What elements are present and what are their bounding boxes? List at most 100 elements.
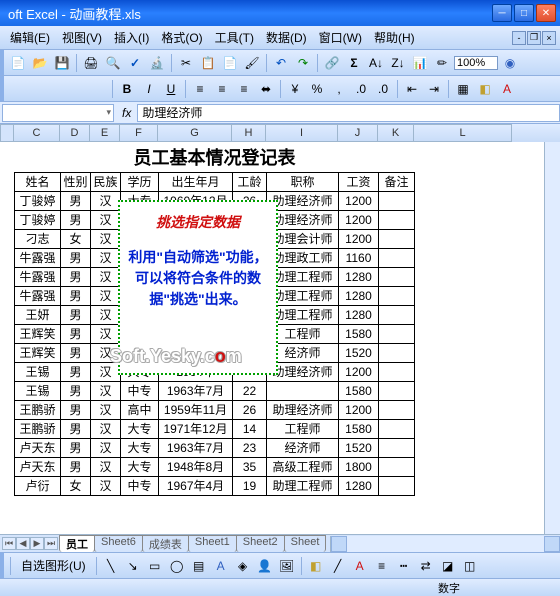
cell[interactable] — [415, 142, 513, 172]
cell[interactable] — [379, 210, 415, 229]
cell[interactable]: 汉 — [91, 286, 121, 305]
chart-icon[interactable]: 📊 — [410, 53, 430, 73]
arrow-icon[interactable]: ↘ — [123, 556, 143, 576]
cell[interactable] — [415, 191, 513, 210]
cell[interactable]: 1580 — [339, 381, 379, 400]
cell[interactable]: 姓名 — [15, 172, 61, 191]
cell[interactable]: 汉 — [91, 267, 121, 286]
cell[interactable]: 1948年8月 — [159, 457, 233, 476]
textbox-icon[interactable]: ▤ — [189, 556, 209, 576]
cell[interactable]: 男 — [61, 305, 91, 324]
cell[interactable] — [379, 229, 415, 248]
cell[interactable] — [415, 305, 513, 324]
undo-icon[interactable]: ↶ — [271, 53, 291, 73]
cell[interactable]: 备注 — [379, 172, 415, 191]
menu-window[interactable]: 窗口(W) — [313, 27, 368, 48]
cell[interactable]: 高级工程师 — [267, 457, 339, 476]
cell[interactable] — [415, 476, 513, 495]
cell[interactable]: 汉 — [91, 191, 121, 210]
cell[interactable]: 男 — [61, 324, 91, 343]
cell[interactable]: 王辉笑 — [15, 343, 61, 362]
spell-icon[interactable]: ✓ — [125, 53, 145, 73]
cell[interactable] — [379, 362, 415, 381]
col-header[interactable]: L — [414, 124, 512, 142]
cell[interactable]: 男 — [61, 362, 91, 381]
fx-button[interactable]: fx — [116, 106, 137, 120]
cell[interactable] — [415, 210, 513, 229]
cell[interactable]: 26 — [233, 400, 267, 419]
col-header[interactable]: E — [90, 124, 120, 142]
sheet-tab[interactable]: Sheet1 — [188, 535, 237, 552]
cell[interactable]: 汉 — [91, 400, 121, 419]
cell[interactable]: 男 — [61, 248, 91, 267]
comma-icon[interactable]: , — [329, 79, 349, 99]
sheet-tab[interactable]: 成绩表 — [142, 535, 189, 552]
clipart-icon[interactable]: 👤 — [255, 556, 275, 576]
cell[interactable]: 王鹏骄 — [15, 419, 61, 438]
redo-icon[interactable]: ↷ — [293, 53, 313, 73]
cell[interactable] — [379, 419, 415, 438]
cell[interactable] — [379, 343, 415, 362]
cell[interactable]: 男 — [61, 343, 91, 362]
cell[interactable]: 卢天东 — [15, 438, 61, 457]
cell[interactable]: 1520 — [339, 343, 379, 362]
cell[interactable] — [379, 248, 415, 267]
cell[interactable] — [379, 476, 415, 495]
picture-icon[interactable]: 🖼 — [277, 556, 297, 576]
oval-icon[interactable]: ◯ — [167, 556, 187, 576]
col-header[interactable]: I — [266, 124, 338, 142]
cell[interactable]: 高中 — [121, 400, 159, 419]
minimize-button[interactable]: ─ — [492, 4, 512, 22]
menu-format[interactable]: 格式(O) — [155, 27, 208, 48]
col-header[interactable]: H — [232, 124, 266, 142]
maximize-button[interactable]: □ — [514, 4, 534, 22]
cell[interactable] — [379, 286, 415, 305]
cell[interactable]: 王辉笑 — [15, 324, 61, 343]
cell[interactable]: 经济师 — [267, 438, 339, 457]
tab-next-icon[interactable]: ▶ — [30, 537, 44, 550]
cell[interactable]: 1280 — [339, 267, 379, 286]
select-all-corner[interactable] — [0, 124, 14, 142]
copy-icon[interactable]: 📋 — [198, 53, 218, 73]
cell[interactable]: 王鹏骄 — [15, 400, 61, 419]
italic-icon[interactable]: I — [139, 79, 159, 99]
cell[interactable]: 1280 — [339, 305, 379, 324]
dec-indent-icon[interactable]: ⇤ — [402, 79, 422, 99]
cell[interactable]: 汉 — [91, 324, 121, 343]
cell[interactable]: 王妍 — [15, 305, 61, 324]
cell[interactable] — [415, 229, 513, 248]
tab-last-icon[interactable]: ⏭ — [44, 537, 58, 550]
font-color-icon[interactable]: A — [497, 79, 517, 99]
cell[interactable] — [379, 400, 415, 419]
cell[interactable]: 汉 — [91, 419, 121, 438]
inc-decimal-icon[interactable]: .0 — [351, 79, 371, 99]
cell[interactable]: 19 — [233, 476, 267, 495]
cell[interactable]: 牛露强 — [15, 286, 61, 305]
cell[interactable]: 工龄 — [233, 172, 267, 191]
sheet-tab[interactable]: Sheet2 — [236, 535, 285, 552]
cell[interactable]: 1520 — [339, 438, 379, 457]
open-icon[interactable]: 📂 — [30, 53, 50, 73]
align-center-icon[interactable]: ≡ — [212, 79, 232, 99]
cell[interactable]: 男 — [61, 191, 91, 210]
sort-asc-icon[interactable]: A↓ — [366, 53, 386, 73]
col-header[interactable]: J — [338, 124, 378, 142]
sort-desc-icon[interactable]: Z↓ — [388, 53, 408, 73]
merge-icon[interactable]: ⬌ — [256, 79, 276, 99]
line-style-icon[interactable]: ≡ — [372, 556, 392, 576]
cell[interactable] — [415, 400, 513, 419]
formula-input[interactable]: 助理经济师 — [137, 104, 560, 122]
cell[interactable]: 民族 — [91, 172, 121, 191]
cell[interactable]: 助理工程师 — [267, 476, 339, 495]
menu-help[interactable]: 帮助(H) — [368, 27, 421, 48]
cell[interactable]: 14 — [233, 419, 267, 438]
line-color-icon[interactable]: ╱ — [328, 556, 348, 576]
cell[interactable]: 卢衍 — [15, 476, 61, 495]
cell[interactable]: 1280 — [339, 286, 379, 305]
drawing-icon[interactable]: ✏ — [432, 53, 452, 73]
menu-insert[interactable]: 插入(I) — [108, 27, 155, 48]
cell[interactable] — [379, 457, 415, 476]
vertical-scrollbar[interactable] — [544, 142, 560, 534]
cell[interactable]: 工资 — [339, 172, 379, 191]
cell[interactable]: 1967年4月 — [159, 476, 233, 495]
